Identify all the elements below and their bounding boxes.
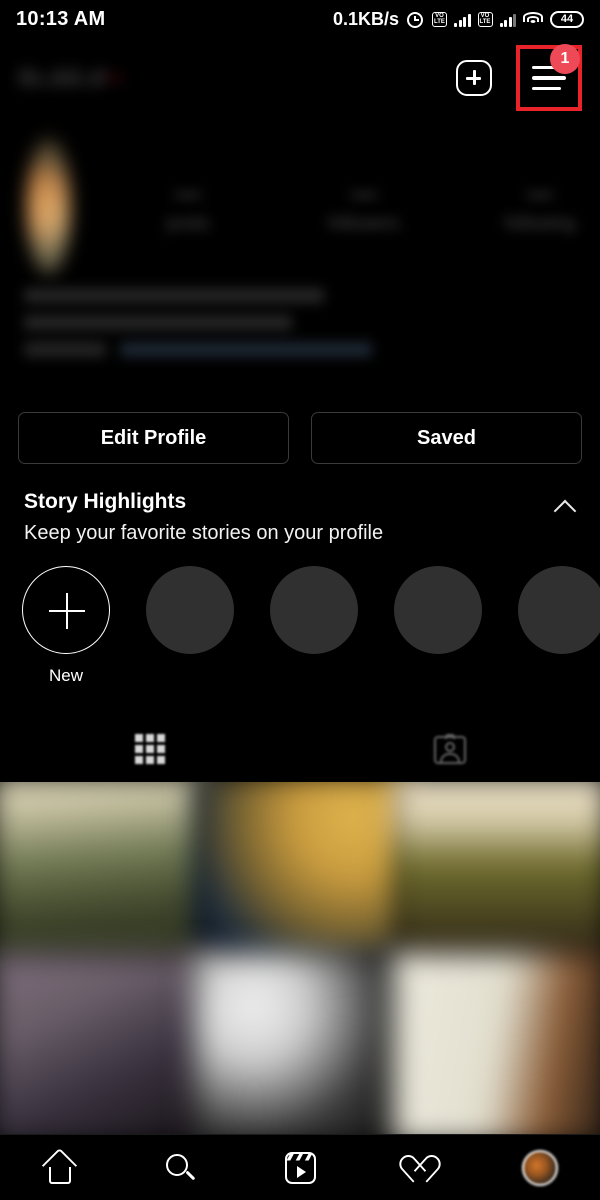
nav-activity[interactable] [360, 1151, 480, 1183]
posts-count: — [175, 178, 201, 208]
grid-photo[interactable] [393, 952, 600, 1134]
heart-icon [395, 1151, 445, 1183]
grid-photo[interactable] [0, 952, 207, 1134]
grid-photo[interactable] [192, 952, 408, 1134]
battery-indicator: 44 [550, 10, 584, 28]
grid-photo[interactable] [192, 782, 408, 966]
highlight-placeholder[interactable] [146, 566, 234, 654]
grid-icon [135, 734, 165, 764]
photo-grid [0, 782, 600, 1134]
status-bar: 10:13 AM 0.1KB/s VO LTE VO LTE 44 [0, 0, 600, 38]
home-icon [41, 1147, 78, 1184]
stat-posts[interactable]: — posts [128, 178, 248, 234]
hamburger-menu-button[interactable]: 1 [516, 44, 582, 111]
highlight-placeholder[interactable] [270, 566, 358, 654]
nav-home[interactable] [0, 1147, 120, 1184]
profile-stats: — posts — followers — following [128, 178, 600, 234]
plus-icon [22, 566, 110, 654]
edit-profile-button[interactable]: Edit Profile [18, 412, 289, 464]
grid-photo[interactable] [0, 782, 207, 966]
alarm-clock-icon [406, 10, 425, 29]
highlight-placeholder[interactable] [394, 566, 482, 654]
highlight-placeholder[interactable] [518, 566, 600, 654]
tagged-person-icon [434, 734, 466, 764]
plus-square-icon[interactable] [456, 60, 492, 96]
saved-button[interactable]: Saved [311, 412, 582, 464]
avatar[interactable] [27, 138, 70, 274]
profile-header: ilı.ılıl.ıl•• 1 [0, 38, 600, 118]
nav-profile[interactable] [480, 1149, 600, 1186]
following-label: following [504, 213, 576, 233]
volte-sim1-icon: VO LTE [432, 11, 447, 27]
posts-label: posts [166, 213, 210, 233]
menu-badge: 1 [550, 44, 580, 74]
stat-following[interactable]: — following [480, 178, 600, 234]
story-highlights-header: Story Highlights Keep your favorite stor… [24, 490, 576, 545]
tab-tagged[interactable] [300, 718, 600, 780]
signal-sim1-icon [454, 12, 471, 27]
instagram-profile-screen: 10:13 AM 0.1KB/s VO LTE VO LTE 44 ilı.ılıl… [0, 0, 600, 1200]
story-highlights-subtitle: Keep your favorite stories on your profi… [24, 522, 384, 544]
new-highlight-button[interactable]: New [22, 566, 110, 686]
search-icon [164, 1152, 196, 1184]
header-actions: 1 [456, 44, 582, 111]
volte-sim2-icon: VO LTE [477, 11, 493, 27]
profile-avatar-icon [522, 1149, 558, 1186]
bio-link[interactable] [120, 342, 372, 357]
bottom-navigation [0, 1134, 600, 1200]
grid-photo[interactable] [393, 782, 600, 966]
wifi-icon [523, 11, 543, 27]
status-time: 10:13 AM [16, 7, 106, 30]
followers-count: — [351, 178, 377, 208]
story-highlights-row: New [0, 566, 600, 706]
status-icons: 0.1KB/s VO LTE VO LTE 44 [333, 9, 584, 30]
profile-bio [24, 288, 444, 357]
chevron-up-icon[interactable] [554, 496, 576, 518]
story-highlights-title: Story Highlights [24, 490, 187, 513]
profile-action-buttons: Edit Profile Saved [0, 412, 600, 464]
bio-line [24, 315, 292, 330]
reels-icon [284, 1151, 316, 1184]
following-count: — [527, 178, 553, 208]
bio-line [24, 342, 106, 357]
profile-summary: — posts — followers — following [0, 126, 600, 286]
tab-grid[interactable] [0, 718, 300, 780]
nav-search[interactable] [120, 1152, 240, 1184]
profile-tabs [0, 718, 600, 780]
bio-line [24, 288, 324, 303]
nav-reels[interactable] [240, 1151, 360, 1184]
stat-followers[interactable]: — followers [304, 178, 424, 234]
username-title[interactable]: ilı.ılıl.ıl•• [18, 64, 125, 93]
new-highlight-label: New [48, 666, 83, 685]
followers-label: followers [328, 213, 400, 233]
signal-sim2-icon [499, 12, 516, 27]
network-speed: 0.1KB/s [332, 8, 399, 29]
